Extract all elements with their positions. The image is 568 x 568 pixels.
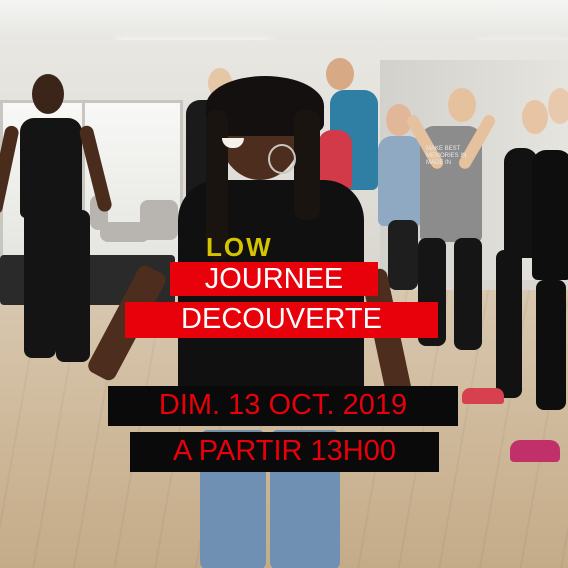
tshirt-slogan: MAKE BEST MEMORIES IN MADE IN [426, 146, 467, 167]
title-line-2-text: DECOUVERTE [181, 303, 382, 335]
poster-scene: MAKE BEST MEMORIES IN MADE IN LOW JOURNE… [0, 0, 568, 568]
braid-right [294, 110, 320, 220]
shirt-print: LOW [206, 232, 273, 262]
hoop-earring [268, 144, 296, 174]
event-time: A PARTIR 13H00 [173, 435, 396, 467]
cushion [100, 222, 150, 242]
event-date: DIM. 13 OCT. 2019 [158, 389, 408, 421]
studio-ceiling [0, 0, 568, 40]
sneaker-pink [510, 440, 560, 462]
title-line-1-text: JOURNEE [204, 263, 344, 295]
sneaker-red [462, 388, 504, 404]
